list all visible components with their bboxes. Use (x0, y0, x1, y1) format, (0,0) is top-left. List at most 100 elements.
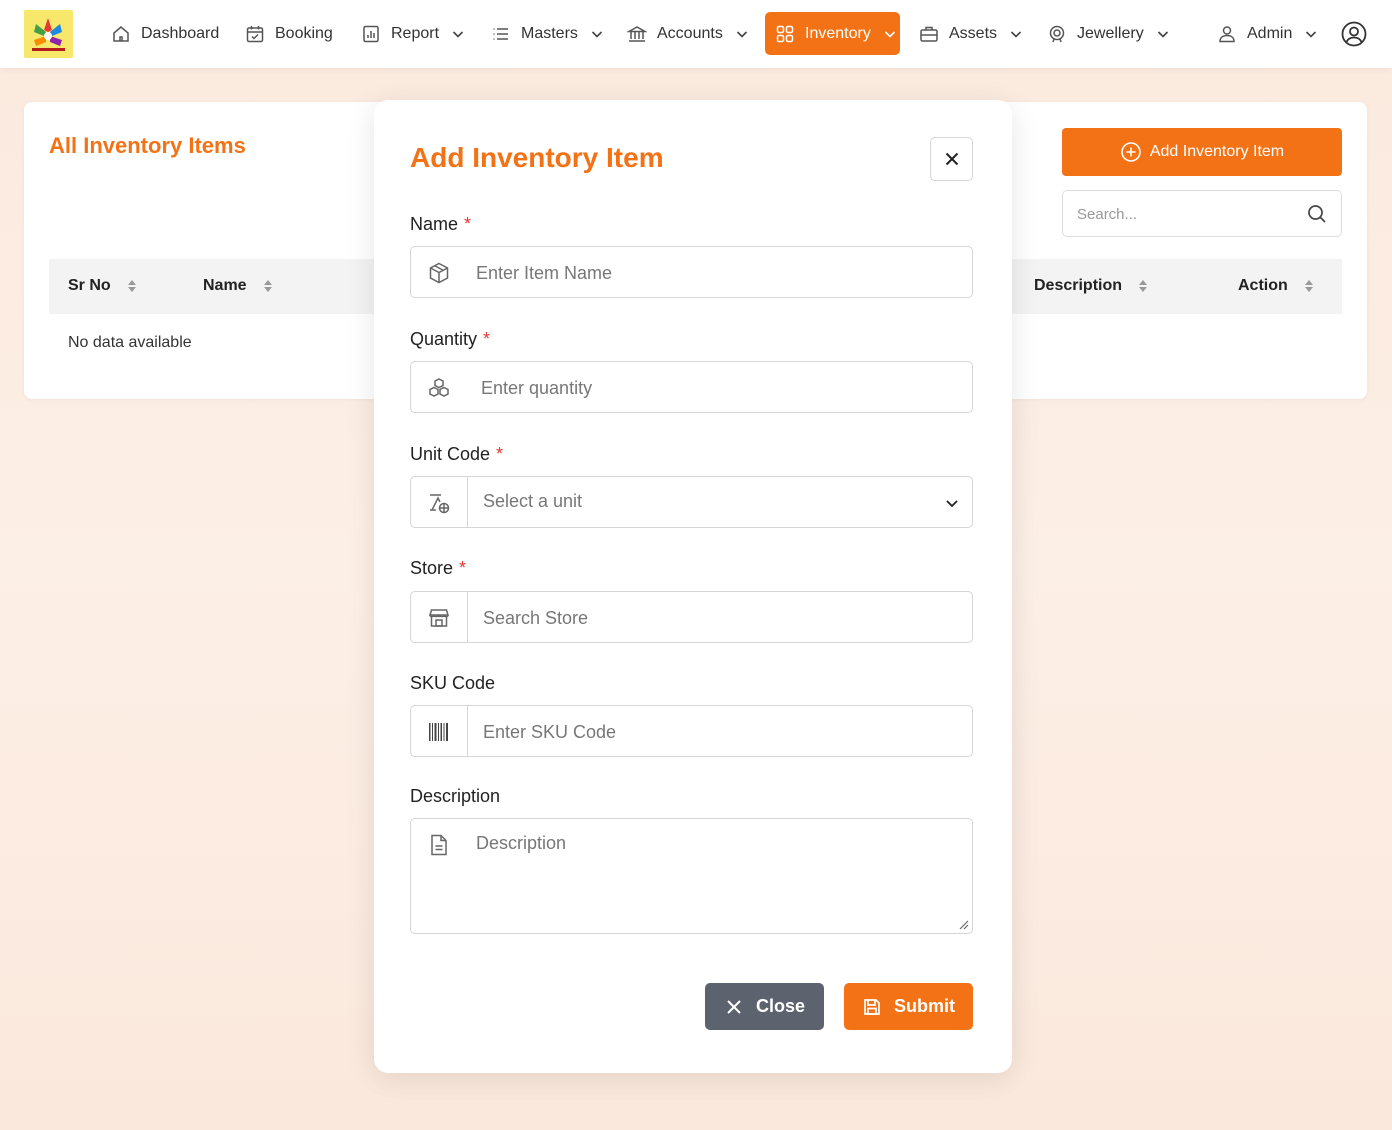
submit-button[interactable]: Submit (844, 983, 973, 1030)
chevron-down-icon (944, 495, 960, 511)
nav-jewellery-label: Jewellery (1077, 24, 1144, 42)
nav-accounts-label: Accounts (657, 24, 723, 42)
close-icon (944, 151, 960, 167)
store-icon (427, 606, 451, 630)
sku-code-input[interactable] (483, 720, 953, 744)
add-inventory-item-modal: Add Inventory Item Name * Quantity * Uni… (374, 100, 1012, 1073)
required-marker: * (483, 329, 491, 349)
column-header-name[interactable]: Name (203, 277, 273, 295)
close-button-label: Close (755, 996, 806, 1016)
unit-code-select[interactable]: Select a unit (410, 476, 973, 528)
nav-masters-label: Masters (521, 24, 578, 42)
nav-masters[interactable]: Masters (491, 12, 604, 55)
search-input[interactable] (1077, 203, 1297, 225)
nav-accounts[interactable]: Accounts (627, 12, 749, 55)
chevron-down-icon (883, 27, 897, 41)
store-field (410, 591, 973, 643)
store-label-text: Store (410, 558, 454, 578)
brand-logo[interactable] (24, 10, 73, 58)
user-menu[interactable]: Admin (1217, 12, 1318, 55)
grid-icon (775, 24, 795, 44)
quantity-field (410, 361, 973, 413)
sku-code-field (410, 705, 973, 757)
chevron-down-icon (451, 27, 465, 41)
required-marker: * (464, 214, 472, 234)
modal-title: Add Inventory Item (410, 142, 664, 173)
plus-circle-icon (1120, 141, 1142, 163)
column-header-sr-no[interactable]: Sr No (68, 277, 137, 295)
column-header-action[interactable]: Action (1238, 277, 1314, 295)
report-icon (361, 24, 381, 44)
empty-table-message: No data available (68, 334, 192, 351)
nav-inventory[interactable]: Inventory (765, 12, 900, 55)
sort-icon (1304, 279, 1314, 293)
unit-code-label: Unit Code * (410, 444, 503, 465)
list-icon (491, 24, 511, 44)
close-button[interactable]: Close (705, 983, 824, 1030)
sort-icon (1138, 279, 1148, 293)
column-header-label: Sr No (68, 277, 111, 294)
add-inventory-item-button[interactable]: Add Inventory Item (1062, 128, 1342, 176)
nav-report[interactable]: Report (361, 12, 465, 55)
nav-booking[interactable]: Booking (245, 12, 333, 55)
close-icon (724, 997, 744, 1017)
description-field (410, 818, 973, 934)
sort-icon (127, 279, 137, 293)
sku-code-label: SKU Code (410, 673, 495, 694)
chevron-down-icon (1009, 27, 1023, 41)
nav-jewellery[interactable]: Jewellery (1047, 12, 1170, 55)
column-header-label: Description (1034, 277, 1123, 294)
name-field (410, 246, 973, 298)
save-icon (862, 997, 882, 1017)
quantity-input[interactable] (481, 376, 956, 400)
modal-close-button[interactable] (930, 137, 973, 181)
chevron-down-icon (1304, 27, 1318, 41)
required-marker: * (496, 444, 504, 464)
barcode-icon (427, 720, 451, 744)
column-header-label: Action (1238, 277, 1288, 294)
gem-icon (1047, 24, 1067, 44)
nav-assets[interactable]: Assets (919, 12, 1023, 55)
user-menu-label: Admin (1247, 24, 1293, 42)
quantity-label-text: Quantity (410, 329, 478, 349)
unit-code-selected-value: Select a unit (483, 491, 583, 511)
store-search-input[interactable] (483, 606, 953, 630)
column-header-description[interactable]: Description (1034, 277, 1148, 295)
boxes-icon (427, 376, 451, 400)
briefcase-icon (919, 24, 939, 44)
sort-icon (263, 279, 273, 293)
unit-icon (427, 491, 451, 515)
resize-handle-icon[interactable] (957, 918, 969, 930)
field-divider (467, 477, 468, 527)
description-label-text: Description (410, 786, 501, 806)
document-icon (427, 833, 451, 857)
page-title: All Inventory Items (49, 133, 246, 158)
name-label: Name * (410, 214, 471, 235)
top-navbar: Dashboard Booking Report Masters Account… (0, 0, 1392, 68)
chevron-down-icon (1156, 27, 1170, 41)
nav-assets-label: Assets (949, 24, 998, 42)
nav-dashboard[interactable]: Dashboard (111, 12, 219, 55)
column-header-label: Name (203, 277, 247, 294)
nav-inventory-label: Inventory (805, 24, 871, 42)
item-name-input[interactable] (476, 261, 956, 285)
unit-code-label-text: Unit Code (410, 444, 491, 464)
nav-booking-label: Booking (275, 24, 333, 42)
name-label-text: Name (410, 214, 459, 234)
required-marker: * (459, 558, 467, 578)
box-icon (427, 261, 451, 285)
store-label: Store * (410, 558, 466, 579)
chevron-down-icon (735, 27, 749, 41)
nav-report-label: Report (391, 24, 440, 42)
field-divider (467, 592, 468, 642)
quantity-label: Quantity * (410, 329, 490, 350)
search-icon[interactable] (1307, 204, 1327, 224)
description-label: Description (410, 786, 500, 807)
profile-avatar-icon[interactable] (1341, 21, 1367, 47)
calendar-icon (245, 24, 265, 44)
submit-button-label: Submit (894, 996, 955, 1016)
description-textarea[interactable] (476, 833, 956, 923)
user-icon (1217, 24, 1237, 44)
sku-code-label-text: SKU Code (410, 673, 496, 693)
field-divider (467, 706, 468, 756)
